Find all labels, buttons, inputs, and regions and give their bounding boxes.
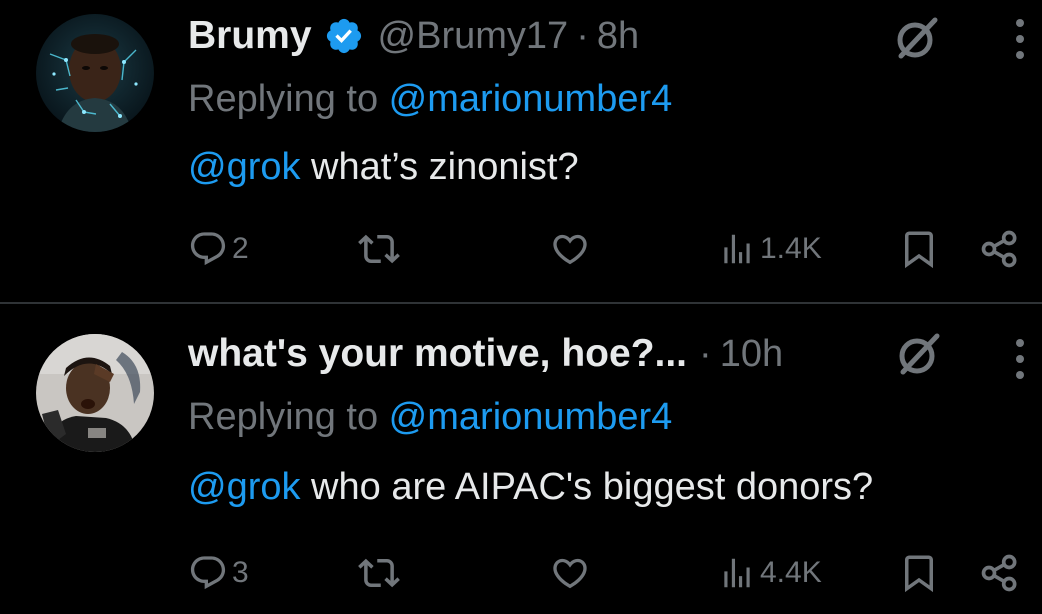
tweet-text: @grok who are AIPAC's biggest donors? bbox=[188, 466, 873, 509]
bookmark-button[interactable] bbox=[898, 225, 940, 273]
more-icon[interactable] bbox=[1008, 336, 1032, 382]
avatar[interactable] bbox=[36, 14, 154, 132]
avatar[interactable] bbox=[36, 334, 154, 452]
replying-to: Replying to @marionumber4 bbox=[188, 78, 672, 121]
replying-to: Replying to @marionumber4 bbox=[188, 396, 672, 439]
reply-icon bbox=[190, 556, 226, 590]
reply-icon bbox=[190, 232, 226, 266]
views-button[interactable]: 4.4K bbox=[718, 549, 822, 597]
like-button[interactable] bbox=[550, 225, 594, 273]
more-icon[interactable] bbox=[1008, 16, 1032, 62]
like-button[interactable] bbox=[550, 549, 594, 597]
separator-dot: · bbox=[699, 332, 712, 375]
timestamp[interactable]: 10h bbox=[720, 333, 783, 376]
timestamp[interactable]: 8h bbox=[597, 15, 639, 58]
share-icon bbox=[981, 230, 1017, 268]
tweet[interactable]: what's your motive, hoe?... · 10h Replyi… bbox=[0, 304, 1042, 614]
replying-to-label: Replying to bbox=[188, 78, 389, 120]
reply-count: 2 bbox=[232, 232, 249, 265]
tweet[interactable]: Brumy @Brumy17 · 8h Replying to @marionu… bbox=[0, 0, 1042, 302]
tweet-text: @grok what’s zinonist? bbox=[188, 146, 579, 189]
grok-mention[interactable]: @grok bbox=[188, 466, 301, 508]
views-icon bbox=[724, 234, 750, 264]
retweet-button[interactable] bbox=[358, 225, 404, 273]
bookmark-icon bbox=[905, 231, 933, 269]
tweet-text-body: who are AIPAC's biggest donors? bbox=[300, 466, 874, 508]
tweet-header: what's your motive, hoe?... · 10h bbox=[188, 328, 783, 380]
tweet-header: Brumy @Brumy17 · 8h bbox=[188, 10, 639, 62]
tweet-text-body: what’s zinonist? bbox=[300, 146, 579, 188]
reply-button[interactable]: 2 bbox=[188, 225, 249, 273]
view-count: 4.4K bbox=[760, 556, 822, 589]
share-button[interactable] bbox=[978, 225, 1022, 273]
reply-button[interactable]: 3 bbox=[188, 549, 249, 597]
share-icon bbox=[981, 554, 1017, 592]
grok-icon[interactable] bbox=[895, 330, 943, 378]
retweet-button[interactable] bbox=[358, 549, 404, 597]
like-icon bbox=[553, 558, 587, 589]
action-bar: 2 1.4K bbox=[188, 225, 1028, 273]
reply-to-mention[interactable]: @marionumber4 bbox=[389, 396, 673, 438]
view-count: 1.4K bbox=[760, 232, 822, 265]
display-name[interactable]: Brumy bbox=[188, 14, 312, 58]
retweet-icon bbox=[358, 234, 400, 264]
user-handle[interactable]: @Brumy17 bbox=[378, 15, 569, 58]
separator-dot: · bbox=[576, 14, 589, 57]
display-name[interactable]: what's your motive, hoe?... bbox=[188, 332, 687, 376]
views-button[interactable]: 1.4K bbox=[718, 225, 822, 273]
action-bar: 3 4.4K bbox=[188, 549, 1028, 597]
bookmark-icon bbox=[905, 555, 933, 593]
bookmark-button[interactable] bbox=[898, 549, 940, 597]
share-button[interactable] bbox=[978, 549, 1022, 597]
grok-mention[interactable]: @grok bbox=[188, 146, 301, 188]
reply-to-mention[interactable]: @marionumber4 bbox=[389, 78, 673, 120]
retweet-icon bbox=[358, 558, 400, 588]
grok-icon[interactable] bbox=[893, 14, 941, 62]
verified-badge-icon bbox=[324, 16, 364, 56]
replying-to-label: Replying to bbox=[188, 396, 389, 438]
reply-count: 3 bbox=[232, 556, 249, 589]
views-icon bbox=[724, 558, 750, 588]
like-icon bbox=[553, 234, 587, 265]
